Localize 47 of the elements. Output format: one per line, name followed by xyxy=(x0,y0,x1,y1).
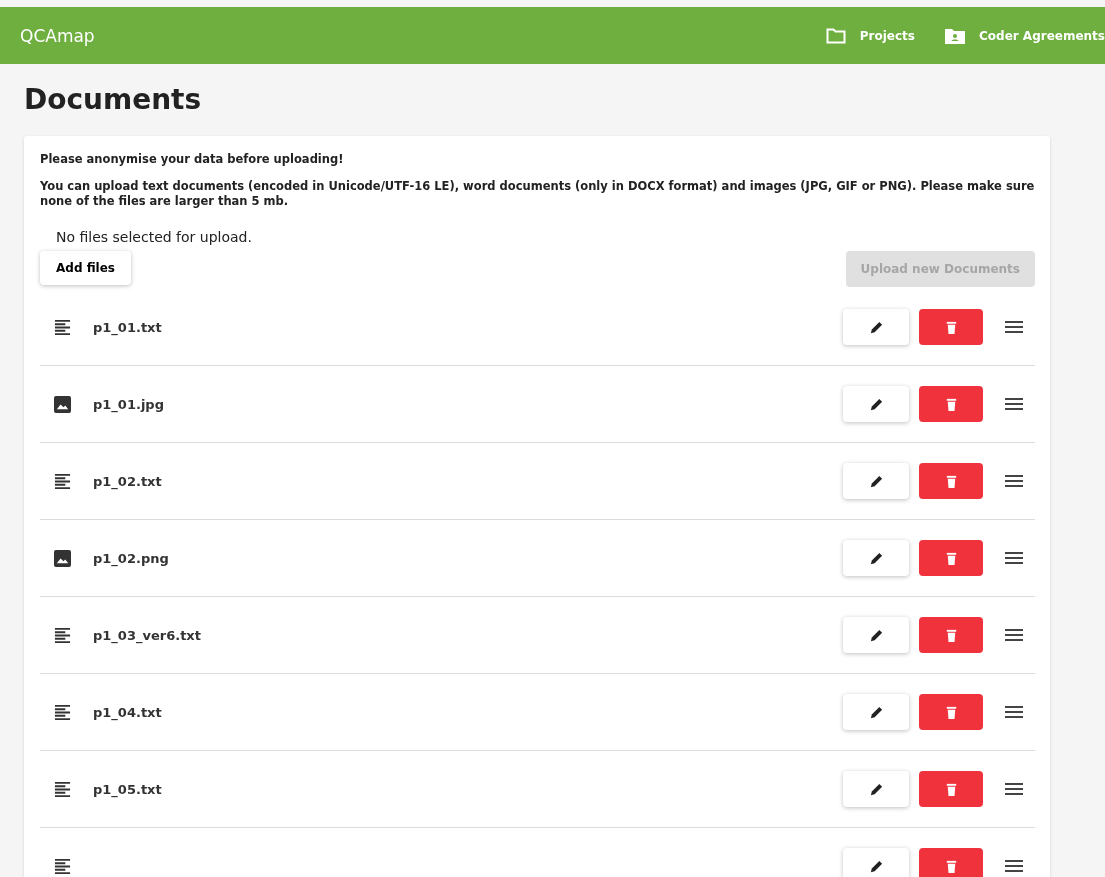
image-icon xyxy=(54,549,71,567)
person-folder-icon xyxy=(945,27,965,44)
text-lines-icon xyxy=(54,318,71,336)
delete-button[interactable] xyxy=(919,848,983,877)
page-title: Documents xyxy=(24,82,203,118)
delete-button[interactable] xyxy=(919,694,983,730)
file-name[interactable]: p1_05.txt xyxy=(93,781,162,797)
text-lines-icon xyxy=(54,857,71,875)
delete-button[interactable] xyxy=(919,309,983,345)
file-name[interactable]: p1_01.jpg xyxy=(93,396,164,412)
delete-button[interactable] xyxy=(919,617,983,653)
text-lines-icon xyxy=(54,703,71,721)
drag-handle-icon[interactable] xyxy=(1005,552,1023,564)
notice-text: Please anonymise your data before uploading! xyxy=(40,152,345,167)
file-name[interactable]: p1_04.txt xyxy=(93,704,162,720)
drag-handle-icon[interactable] xyxy=(1005,321,1023,333)
add-files-button[interactable]: Add files xyxy=(40,251,131,285)
upload-status: No files selected for upload. xyxy=(56,229,253,245)
image-icon xyxy=(54,395,71,413)
file-name[interactable]: p1_02.txt xyxy=(93,473,162,489)
text-lines-icon xyxy=(54,780,71,798)
drag-handle-icon[interactable] xyxy=(1005,629,1023,641)
delete-button[interactable] xyxy=(919,463,983,499)
pencil-icon xyxy=(868,627,884,643)
delete-button[interactable] xyxy=(919,386,983,422)
pencil-icon xyxy=(868,396,884,412)
file-name[interactable]: p1_02.png xyxy=(93,550,169,566)
file-name[interactable]: p1_01.txt xyxy=(93,319,162,335)
drag-handle-icon[interactable] xyxy=(1005,398,1023,410)
drag-handle-icon[interactable] xyxy=(1005,475,1023,487)
pencil-icon xyxy=(868,319,884,335)
drag-handle-icon[interactable] xyxy=(1005,706,1023,718)
file-name[interactable]: p1_03_ver6.txt xyxy=(93,627,201,643)
pencil-icon xyxy=(868,473,884,489)
drag-handle-icon[interactable] xyxy=(1005,783,1023,795)
pencil-icon xyxy=(868,550,884,566)
pencil-icon xyxy=(868,704,884,720)
info-text: You can upload text documents (encoded in Unicode/UTF-16 LE), word documents (only in DOCX format) and images (JPG, GIF or PNG). Please make sure none of the files are larger than 5 mb. xyxy=(40,179,1035,209)
pencil-icon xyxy=(868,858,884,874)
delete-button[interactable] xyxy=(919,540,983,576)
edit-button[interactable] xyxy=(843,848,909,877)
pencil-icon xyxy=(868,781,884,797)
folder-icon xyxy=(825,27,846,44)
text-lines-icon xyxy=(54,626,71,644)
delete-button[interactable] xyxy=(919,771,983,807)
drag-handle-icon[interactable] xyxy=(1005,860,1023,872)
text-lines-icon xyxy=(54,472,71,490)
